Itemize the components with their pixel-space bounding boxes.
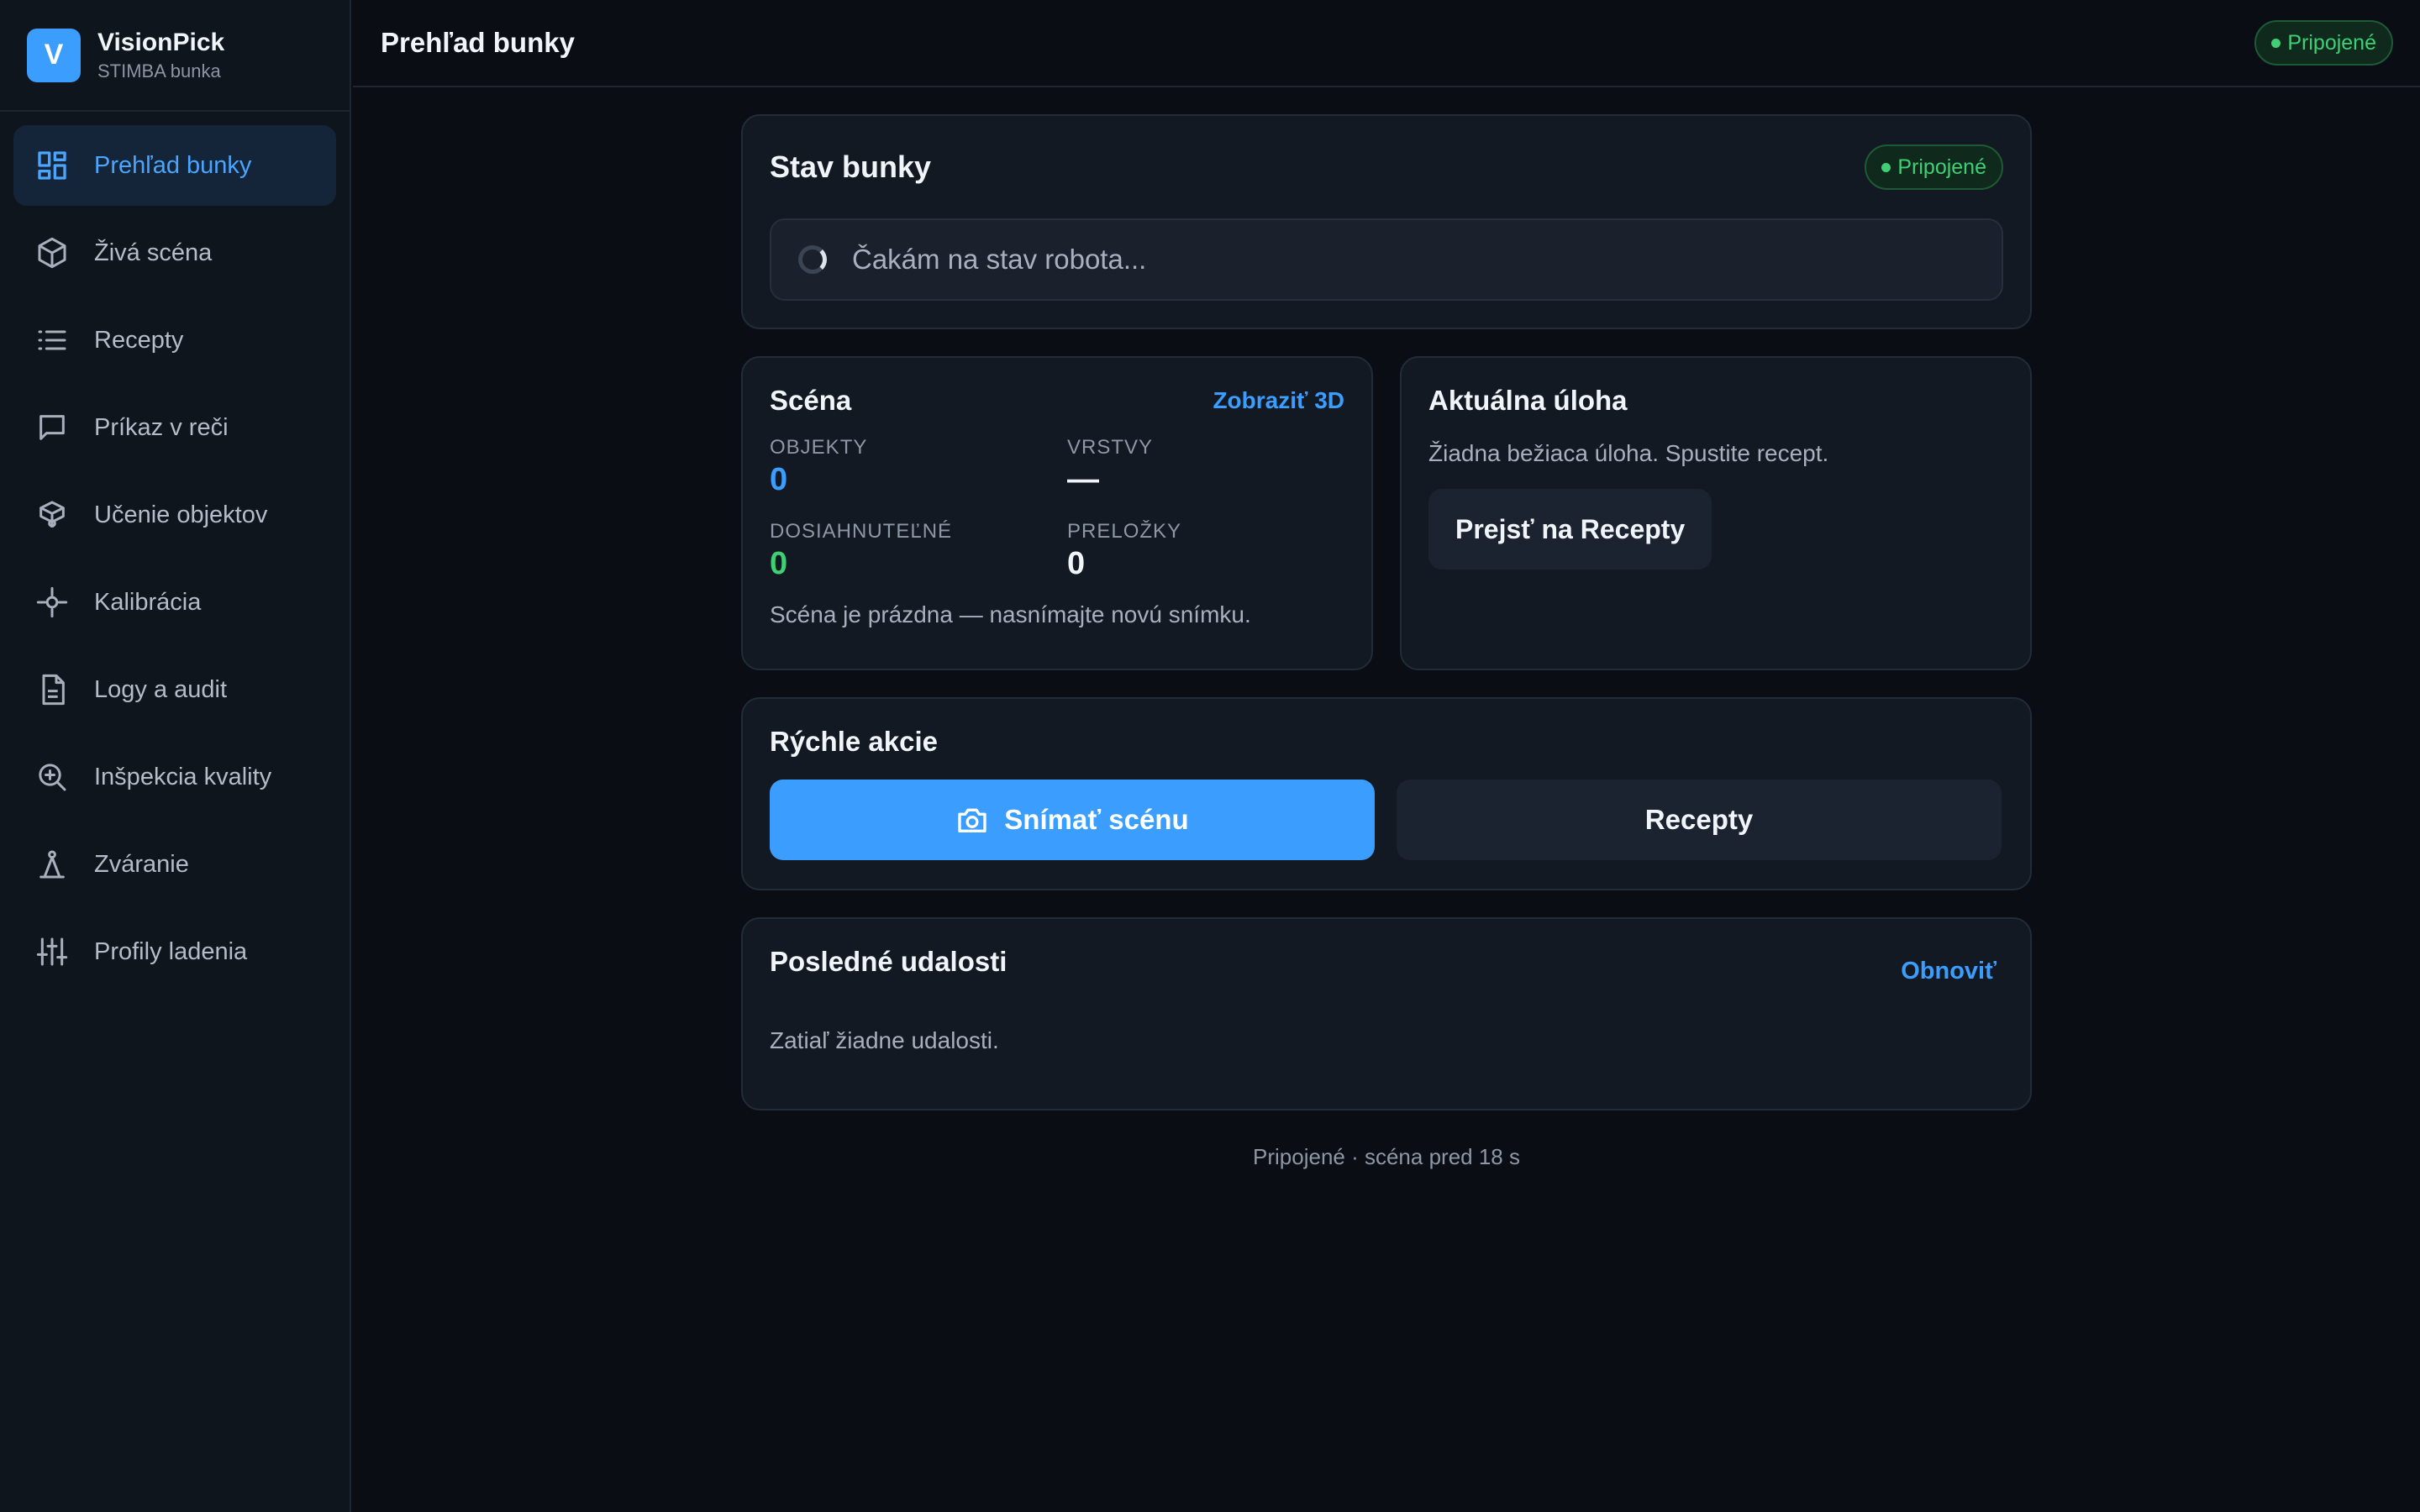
footer-status: Pripojené · scéna pred 18 s — [1253, 1144, 1520, 1169]
stat-label: VRSTVY — [1067, 436, 1154, 459]
sidebar-item-label: Profily ladenia — [94, 937, 248, 965]
stat-value: — — [1067, 462, 1099, 497]
stat-value: 0 — [770, 546, 788, 581]
sidebar-item-label: Kalibrácia — [94, 588, 202, 616]
sidebar-item-label: Zváranie — [94, 850, 189, 878]
status-dot-icon — [1881, 162, 1891, 172]
sliders-icon — [35, 935, 69, 969]
crosshair-icon — [35, 585, 69, 619]
status-dot-icon — [2271, 38, 2281, 48]
box-learn-icon — [35, 498, 69, 532]
sidebar-item-zvaranie[interactable]: Zváranie — [13, 824, 336, 905]
current-task-card: Aktuálna úloha Žiadna bežiaca úloha. Spu… — [1400, 356, 2032, 670]
recent-events-title: Posledné udalosti — [770, 946, 1007, 977]
page-title: Prehľad bunky — [381, 27, 575, 58]
recent-events-card: Posledné udalosti Obnoviť Zatiaľ žiadne … — [741, 917, 2032, 1110]
scene-card: Scéna Zobraziť 3D OBJEKTY 0 VRSTVY — DOS… — [741, 356, 1373, 670]
sidebar-item-kalibracia[interactable]: Kalibrácia — [13, 562, 336, 643]
topbar: Prehľad bunky Pripojené — [353, 0, 2420, 87]
sidebar-item-label: Učenie objektov — [94, 501, 268, 528]
waiting-text: Čakám na stav robota... — [852, 244, 1147, 275]
current-task-title: Aktuálna úloha — [1428, 385, 1628, 416]
stat-label: PRELOŽKY — [1067, 520, 1182, 543]
brand-logo: V — [27, 28, 81, 82]
sidebar-item-label: Recepty — [94, 326, 184, 354]
capture-scene-button[interactable]: Snímať scénu — [770, 780, 1375, 860]
recipes-button[interactable]: Recepty — [1397, 780, 2002, 860]
sidebar-item-recepty[interactable]: Recepty — [13, 300, 336, 381]
scene-stats: OBJEKTY 0 VRSTVY — DOSIAHNUTEĽNÉ 0 PRELO… — [770, 435, 1344, 583]
stat-label: OBJEKTY — [770, 436, 868, 459]
main-content: Stav bunky Pripojené Čakám na stav robot… — [741, 114, 2032, 1170]
stat-objects: OBJEKTY 0 — [770, 435, 1067, 499]
brand-name: VisionPick — [97, 28, 225, 56]
cube-icon — [35, 236, 69, 270]
robot-status-waiting: Čakám na stav robota... — [770, 218, 2003, 301]
events-empty-text: Zatiaľ žiadne udalosti. — [770, 1027, 999, 1053]
sidebar-nav: Prehľad bunky Živá scéna Recepty Príkaz … — [0, 112, 350, 992]
sidebar-item-prehlad-bunky[interactable]: Prehľad bunky — [13, 125, 336, 206]
sidebar-item-label: Inšpekcia kvality — [94, 763, 272, 790]
sidebar-item-label: Príkaz v reči — [94, 413, 229, 441]
stat-reachable: DOSIAHNUTEĽNÉ 0 — [770, 519, 1067, 583]
sidebar: V VisionPick STIMBA bunka Prehľad bunky … — [0, 0, 351, 1512]
sidebar-item-profily-ladenia[interactable]: Profily ladenia — [13, 911, 336, 992]
chat-icon — [35, 411, 69, 444]
stat-layovers: PRELOŽKY 0 — [1067, 519, 1319, 583]
cell-status-badge: Pripojené — [1865, 144, 2003, 190]
sidebar-item-ziva-scena[interactable]: Živá scéna — [13, 213, 336, 293]
go-to-recipes-button[interactable]: Prejsť na Recepty — [1428, 489, 1712, 570]
scene-empty-note: Scéna je prázdna — nasnímajte novú snímk… — [770, 601, 1251, 627]
current-task-desc: Žiadna bežiaca úloha. Spustite recept. — [1428, 440, 1829, 466]
sidebar-item-prikaz-v-reci[interactable]: Príkaz v reči — [13, 387, 336, 468]
connection-status-badge: Pripojené — [2254, 20, 2393, 66]
welding-icon — [35, 848, 69, 881]
sidebar-item-logy-a-audit[interactable]: Logy a audit — [13, 649, 336, 730]
cell-status-card: Stav bunky Pripojené Čakám na stav robot… — [741, 114, 2032, 329]
connection-status-label: Pripojené — [2287, 30, 2376, 55]
stat-label: DOSIAHNUTEĽNÉ — [770, 520, 953, 543]
zoom-in-icon — [35, 760, 69, 794]
camera-icon — [958, 808, 986, 832]
sidebar-item-label: Živá scéna — [94, 239, 213, 266]
document-icon — [35, 673, 69, 706]
stat-value: 0 — [1067, 546, 1086, 581]
stat-value: 0 — [770, 462, 788, 497]
brand-subtitle: STIMBA bunka — [97, 60, 221, 81]
quick-actions-card: Rýchle akcie Snímať scénu Recepty — [741, 697, 2032, 890]
brand: V VisionPick STIMBA bunka — [0, 0, 350, 112]
sidebar-item-label: Logy a audit — [94, 675, 228, 703]
sidebar-item-inspekcia-kvality[interactable]: Inšpekcia kvality — [13, 737, 336, 817]
cell-status-title: Stav bunky — [770, 150, 932, 184]
sidebar-item-label: Prehľad bunky — [94, 151, 252, 179]
scene-title: Scéna — [770, 385, 852, 416]
cell-status-badge-label: Pripojené — [1897, 155, 1986, 179]
dashboard-icon — [35, 149, 69, 182]
scene-task-row: Scéna Zobraziť 3D OBJEKTY 0 VRSTVY — DOS… — [741, 356, 2032, 670]
refresh-link[interactable]: Obnoviť — [1901, 958, 1996, 985]
quick-actions-title: Rýchle akcie — [770, 726, 938, 757]
capture-scene-label: Snímať scénu — [1004, 804, 1189, 835]
show-3d-link[interactable]: Zobraziť 3D — [1213, 387, 1344, 414]
spinner-icon — [798, 245, 827, 274]
stat-layers: VRSTVY — — [1067, 435, 1319, 499]
list-icon — [35, 323, 69, 357]
sidebar-item-ucenie-objektov[interactable]: Učenie objektov — [13, 475, 336, 555]
